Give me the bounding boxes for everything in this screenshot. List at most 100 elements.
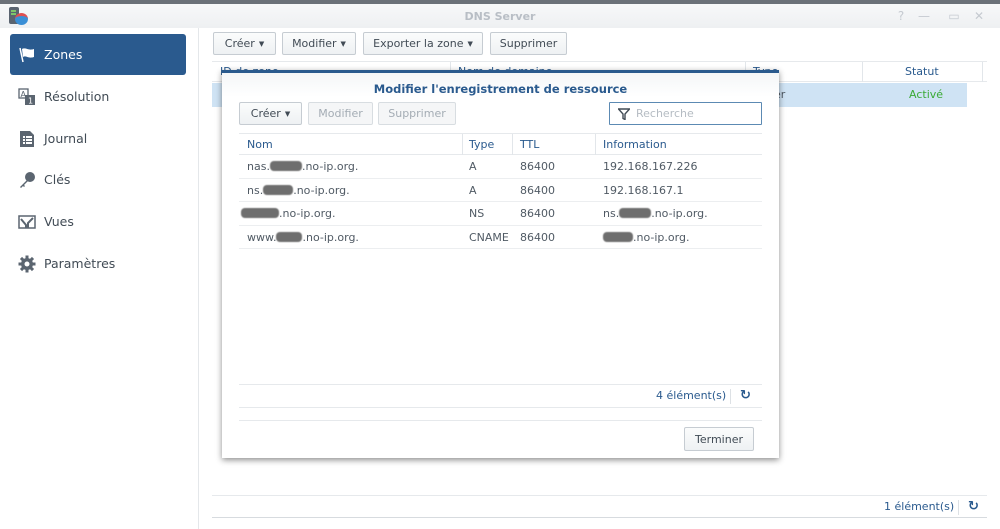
redacted-text xyxy=(263,184,294,195)
name-prefix: ns. xyxy=(247,183,264,197)
name-suffix: .no-ip.org. xyxy=(293,183,350,197)
redacted-text xyxy=(241,208,279,218)
sidebar-item-label: Journal xyxy=(44,131,88,146)
records-table-header: Nom Type TTL Information xyxy=(239,133,762,155)
key-icon xyxy=(18,171,36,189)
sidebar-item-resolution[interactable]: A1 Résolution xyxy=(10,76,186,117)
record-row[interactable]: nas. .no-ip.org. A 86400 192.168.167.226 xyxy=(239,155,762,179)
column-header-information[interactable]: Information xyxy=(603,138,667,151)
divider xyxy=(730,389,731,404)
sidebar-item-settings[interactable]: Paramètres xyxy=(10,243,186,284)
records-table: Nom Type TTL Information nas. .no-ip.org.… xyxy=(239,133,762,249)
create-record-button[interactable]: Créer ▼ xyxy=(239,102,302,125)
refresh-icon[interactable]: ↻ xyxy=(740,388,751,403)
redacted-text xyxy=(603,231,633,242)
record-name: ns. .no-ip.org. xyxy=(247,184,350,197)
column-header-name[interactable]: Nom xyxy=(247,138,273,151)
record-row[interactable]: .no-ip.org. NS 86400 ns. .no-ip.org. xyxy=(239,202,762,226)
record-ttl: 86400 xyxy=(520,183,555,197)
column-separator xyxy=(862,62,863,82)
name-suffix: .no-ip.org. xyxy=(302,230,359,244)
info-prefix: ns. xyxy=(603,207,620,220)
flag-icon xyxy=(18,46,36,64)
button-label: Modifier xyxy=(292,37,337,50)
divider xyxy=(212,495,987,496)
filter-icon xyxy=(618,107,630,120)
name-suffix: .no-ip.org. xyxy=(279,207,336,220)
refresh-icon[interactable]: ↻ xyxy=(968,499,979,514)
svg-text:1: 1 xyxy=(28,96,33,105)
record-type: A xyxy=(469,183,477,197)
record-name: www. .no-ip.org. xyxy=(247,231,359,244)
sidebar-item-journal[interactable]: Journal xyxy=(10,118,186,159)
chevron-down-icon: ▼ xyxy=(258,39,265,48)
divider xyxy=(212,517,987,518)
dialog-title: Modifier l'enregistrement de ressource xyxy=(373,82,628,96)
sidebar-item-label: Clés xyxy=(44,172,71,187)
chevron-down-icon: ▼ xyxy=(467,39,473,48)
column-header-status[interactable]: Statut xyxy=(905,65,939,78)
record-info: 192.168.167.1 xyxy=(603,183,684,197)
column-header-type[interactable]: Type xyxy=(469,138,494,151)
help-icon[interactable]: ? xyxy=(894,9,908,23)
button-label: Terminer xyxy=(695,432,743,446)
record-ttl: 86400 xyxy=(520,230,555,244)
modify-record-button[interactable]: Modifier xyxy=(308,102,373,125)
column-header-ttl[interactable]: TTL xyxy=(520,138,539,151)
button-label: Modifier xyxy=(318,107,363,120)
records-count: 4 élément(s) xyxy=(656,389,727,402)
sidebar: Zones A1 Résolution Journal Clés Vues Pa… xyxy=(0,28,199,529)
search-input[interactable] xyxy=(636,107,756,120)
record-info: .no-ip.org. xyxy=(603,231,689,244)
window-title: DNS Server xyxy=(464,10,536,23)
record-type: A xyxy=(469,160,477,173)
name-prefix: www. xyxy=(247,230,277,244)
button-label: Exporter la zone xyxy=(373,37,464,50)
minimize-icon[interactable]: — xyxy=(917,9,931,23)
button-label: Supprimer xyxy=(499,37,558,50)
info-suffix: .no-ip.org. xyxy=(633,230,690,244)
record-info: 192.168.167.226 xyxy=(603,160,698,173)
close-icon[interactable]: ✕ xyxy=(972,9,986,23)
column-separator xyxy=(512,134,513,155)
button-label: Créer xyxy=(224,37,255,50)
record-type: NS xyxy=(469,207,485,220)
sidebar-item-keys[interactable]: Clés xyxy=(10,159,186,200)
log-icon xyxy=(18,130,36,148)
name-suffix: .no-ip.org. xyxy=(301,160,359,173)
column-separator xyxy=(462,134,463,155)
divider xyxy=(239,407,762,408)
title-bar: DNS Server ? — ▭ ✕ xyxy=(0,4,1000,28)
divider xyxy=(239,420,762,421)
search-field[interactable] xyxy=(609,102,762,125)
finish-button[interactable]: Terminer xyxy=(684,427,754,451)
redacted-text xyxy=(276,231,303,242)
record-ttl: 86400 xyxy=(520,207,555,220)
record-name: .no-ip.org. xyxy=(241,207,335,220)
modify-zone-button[interactable]: Modifier ▼ xyxy=(282,32,356,55)
button-label: Créer xyxy=(250,107,281,120)
chevron-down-icon: ▼ xyxy=(340,39,346,48)
button-label: Supprimer xyxy=(388,107,446,120)
resolution-icon: A1 xyxy=(18,87,36,106)
record-row[interactable]: ns. .no-ip.org. A 86400 192.168.167.1 xyxy=(239,179,762,202)
sidebar-item-views[interactable]: Vues xyxy=(10,201,186,242)
sidebar-item-label: Paramètres xyxy=(44,256,116,271)
delete-record-button[interactable]: Supprimer xyxy=(378,102,456,125)
sidebar-item-label: Vues xyxy=(44,214,74,229)
redacted-text xyxy=(269,161,302,171)
gear-icon xyxy=(18,255,36,273)
column-separator xyxy=(982,62,983,82)
create-zone-button[interactable]: Créer ▼ xyxy=(213,32,276,55)
record-name: nas. .no-ip.org. xyxy=(247,160,358,173)
sidebar-item-zones[interactable]: Zones xyxy=(10,34,186,75)
maximize-icon[interactable]: ▭ xyxy=(947,9,961,23)
divider xyxy=(239,384,762,385)
record-ttl: 86400 xyxy=(520,160,555,173)
chevron-down-icon: ▼ xyxy=(284,109,291,118)
sidebar-item-label: Zones xyxy=(44,47,83,62)
export-zone-button[interactable]: Exporter la zone ▼ xyxy=(363,32,483,55)
delete-zone-button[interactable]: Supprimer xyxy=(490,32,567,55)
record-row[interactable]: www. .no-ip.org. CNAME 86400 .no-ip.org. xyxy=(239,226,762,249)
zone-status-cell: Activé xyxy=(909,88,944,101)
